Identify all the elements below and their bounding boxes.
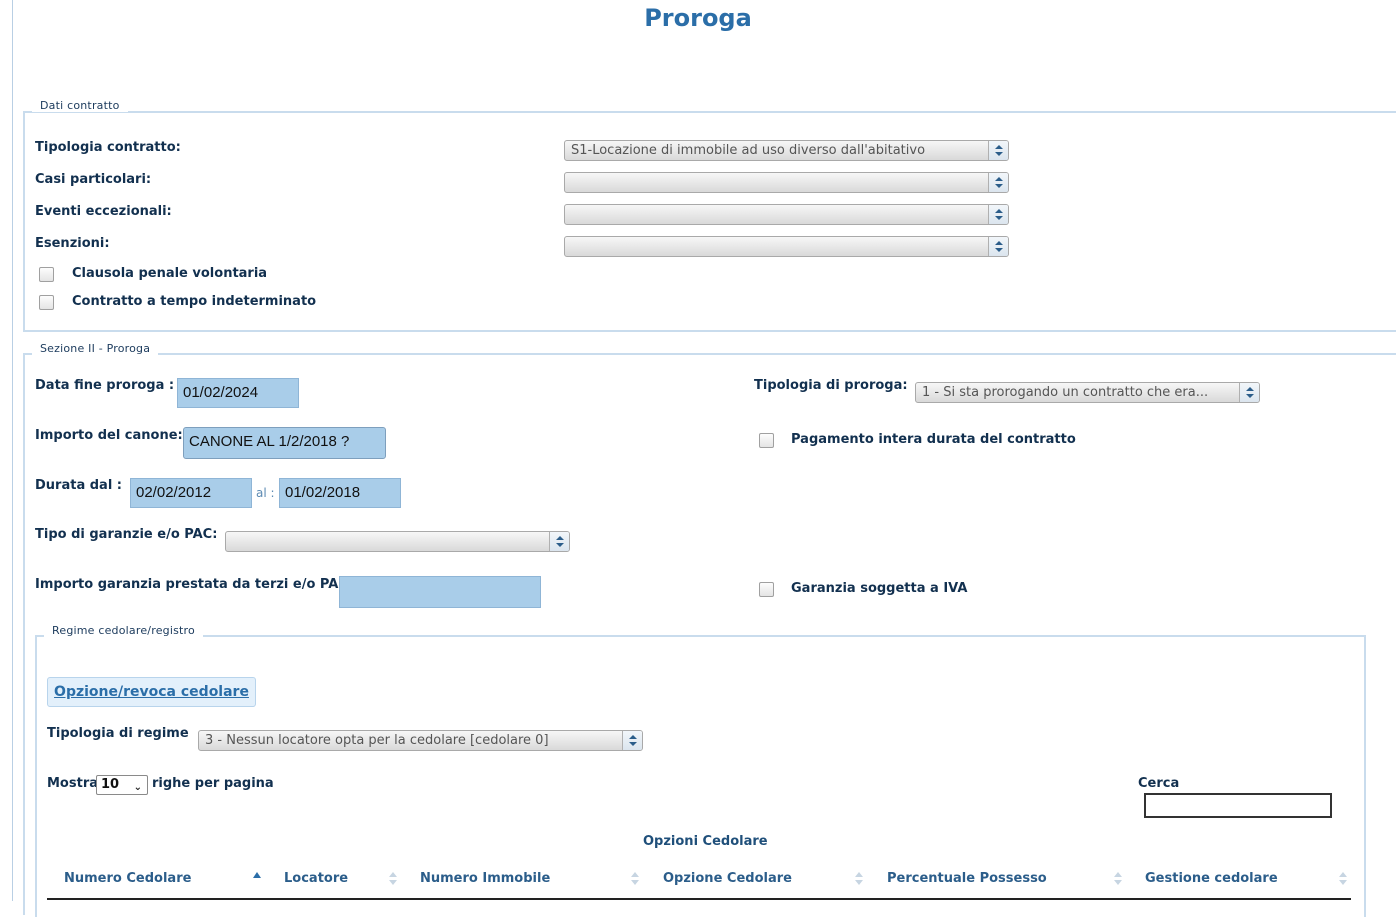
column-header-numero-immobile[interactable]: Numero Immobile xyxy=(420,871,550,886)
durata-dal-input[interactable]: 02/02/2012 xyxy=(130,478,252,508)
importo-garanzia-label: Importo garanzia prestata da terzi e/o P… xyxy=(35,577,354,592)
esenzioni-label: Esenzioni: xyxy=(35,236,110,251)
dati-contratto-legend: Dati contratto xyxy=(32,99,128,112)
chevron-updown-icon xyxy=(549,532,569,551)
pagamento-intera-label: Pagamento intera durata del contratto xyxy=(791,432,1076,447)
tipologia-contratto-label: Tipologia contratto: xyxy=(35,140,181,155)
esenzioni-select[interactable] xyxy=(564,236,1009,257)
contratto-indeterminato-label: Contratto a tempo indeterminato xyxy=(72,294,317,309)
contratto-indeterminato-checkbox[interactable] xyxy=(39,295,54,310)
sezione-proroga-legend: Sezione II - Proroga xyxy=(32,342,159,355)
chevron-updown-icon xyxy=(1239,383,1259,402)
casi-particolari-select[interactable] xyxy=(564,172,1009,193)
importo-canone-label: Importo del canone: xyxy=(35,428,183,443)
tipologia-contratto-value: S1-Locazione di immobile ad uso diverso … xyxy=(571,143,926,158)
chevron-updown-icon xyxy=(622,731,642,750)
righe-per-pagina-label: righe per pagina xyxy=(152,776,274,791)
regime-legend: Regime cedolare/registro xyxy=(44,624,203,637)
page-title: Proroga xyxy=(644,4,752,32)
eventi-eccezionali-label: Eventi eccezionali: xyxy=(35,204,172,219)
tipologia-regime-select[interactable]: 3 - Nessun locatore opta per la cedolare… xyxy=(198,730,643,751)
importo-canone-input[interactable]: CANONE AL 1/2/2018 ? xyxy=(183,427,386,459)
mostra-label: Mostra xyxy=(47,776,99,791)
column-header-gestione-cedolare[interactable]: Gestione cedolare xyxy=(1145,871,1278,886)
sort-asc-icon[interactable] xyxy=(253,872,261,878)
sort-icon[interactable] xyxy=(389,872,397,886)
sort-icon[interactable] xyxy=(855,872,863,886)
durata-dal-label: Durata dal : xyxy=(35,478,123,493)
sort-icon[interactable] xyxy=(631,872,639,886)
importo-garanzia-input[interactable] xyxy=(339,576,541,608)
column-header-locatore[interactable]: Locatore xyxy=(284,871,348,886)
table-caption: Opzioni Cedolare xyxy=(643,834,768,849)
tipologia-regime-label: Tipologia di regime xyxy=(47,726,189,741)
pagamento-intera-checkbox[interactable] xyxy=(759,433,774,448)
data-fine-proroga-label: Data fine proroga : xyxy=(35,378,175,393)
eventi-eccezionali-select[interactable] xyxy=(564,204,1009,225)
tipo-garanzie-select[interactable] xyxy=(225,531,570,552)
durata-al-input[interactable]: 01/02/2018 xyxy=(279,478,401,508)
cerca-label: Cerca xyxy=(1138,776,1180,791)
garanzia-iva-checkbox[interactable] xyxy=(759,582,774,597)
sort-icon[interactable] xyxy=(1339,872,1347,886)
tipo-garanzie-label: Tipo di garanzie e/o PAC: xyxy=(35,527,218,542)
data-fine-proroga-input[interactable]: 01/02/2024 xyxy=(177,378,299,408)
casi-particolari-label: Casi particolari: xyxy=(35,172,152,187)
page-left-border xyxy=(12,0,13,901)
mostra-select[interactable]: 10 ⌄ xyxy=(96,775,148,795)
chevron-updown-icon xyxy=(988,237,1008,256)
opzione-revoca-cedolare-button[interactable]: Opzione/revoca cedolare xyxy=(47,677,256,707)
chevron-updown-icon xyxy=(988,205,1008,224)
column-header-percentuale-possesso[interactable]: Percentuale Possesso xyxy=(887,871,1047,886)
chevron-updown-icon xyxy=(988,173,1008,192)
tipologia-proroga-select[interactable]: 1 - Si sta prorogando un contratto che e… xyxy=(915,382,1260,403)
tipologia-regime-value: 3 - Nessun locatore opta per la cedolare… xyxy=(205,733,549,748)
table-header-bottom-border xyxy=(47,898,1351,900)
clausola-penale-label: Clausola penale volontaria xyxy=(72,266,268,281)
chevron-updown-icon xyxy=(988,141,1008,160)
cerca-input[interactable] xyxy=(1144,793,1332,818)
tipologia-proroga-value: 1 - Si sta prorogando un contratto che e… xyxy=(922,385,1209,400)
sort-icon[interactable] xyxy=(1114,872,1122,886)
mostra-value: 10 xyxy=(101,777,120,792)
tipologia-proroga-label: Tipologia di proroga: xyxy=(754,378,908,393)
column-header-opzione-cedolare[interactable]: Opzione Cedolare xyxy=(663,871,792,886)
chevron-down-icon: ⌄ xyxy=(133,782,142,793)
clausola-penale-checkbox[interactable] xyxy=(39,267,54,282)
column-header-numero-cedolare[interactable]: Numero Cedolare xyxy=(64,871,191,886)
garanzia-iva-label: Garanzia soggetta a IVA xyxy=(791,581,968,596)
tipologia-contratto-select[interactable]: S1-Locazione di immobile ad uso diverso … xyxy=(564,140,1009,161)
durata-al-label: al : xyxy=(256,486,275,500)
